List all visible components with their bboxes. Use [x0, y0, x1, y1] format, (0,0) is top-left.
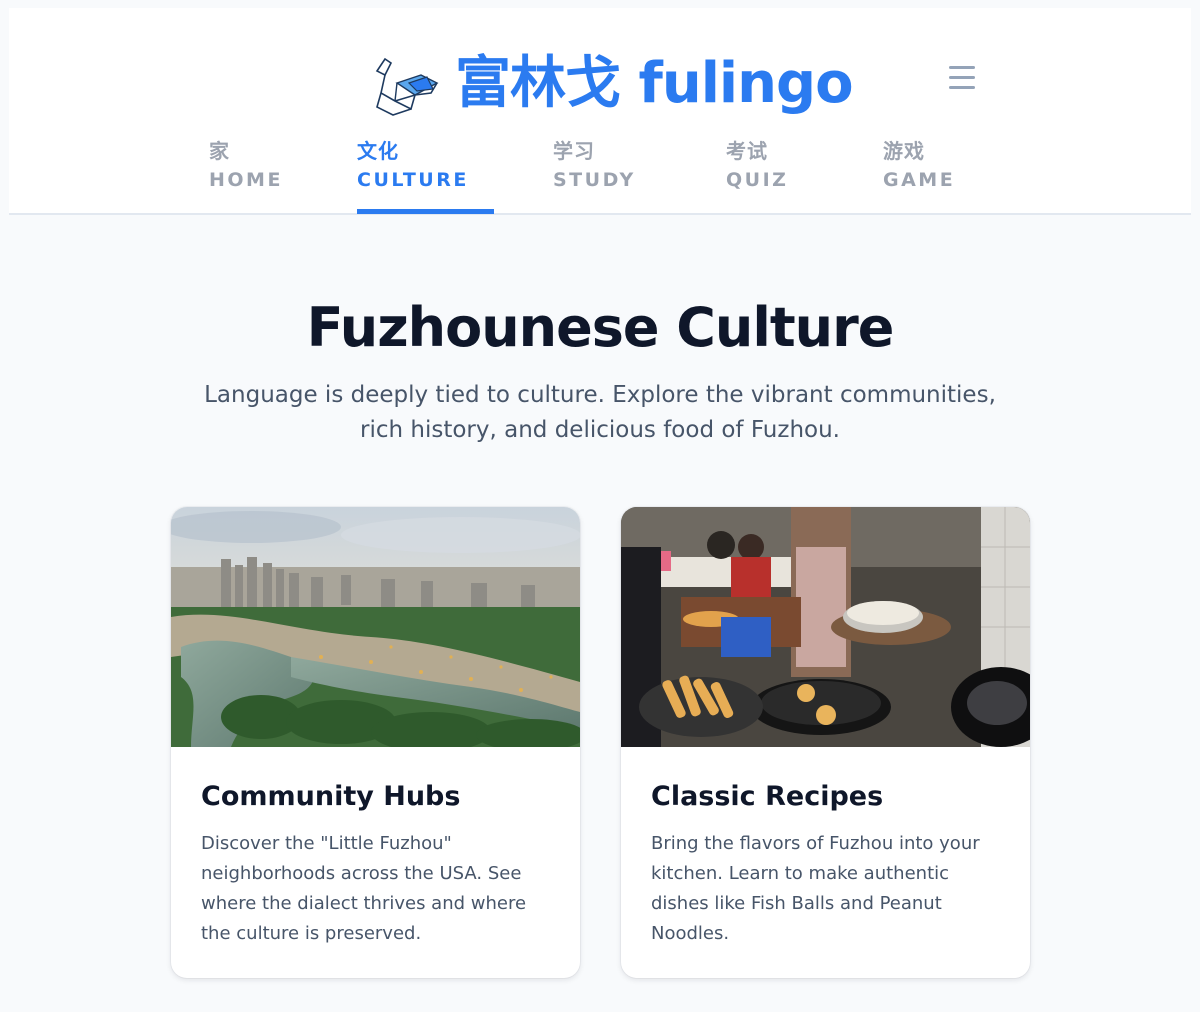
nav-label-zh: 文化	[357, 139, 399, 163]
nav-item-game[interactable]: 游戏 GAME	[883, 138, 955, 215]
origami-swan-icon	[375, 57, 439, 116]
brand-name: 富林戈 fulingo	[455, 51, 854, 116]
nav-label-zh: 学习	[553, 139, 595, 163]
nav-item-culture[interactable]: 文化 CULTURE	[357, 138, 494, 215]
brand-logo[interactable]: 富林戈 fulingo	[371, 42, 854, 126]
nav-label-en: QUIZ	[726, 169, 789, 191]
nav-item-study[interactable]: 学习 STUDY	[553, 138, 636, 215]
card-community-hubs[interactable]: Community Hubs Discover the "Little Fuzh…	[171, 507, 580, 978]
nav-item-quiz[interactable]: 考试 QUIZ	[726, 138, 788, 215]
menu-button[interactable]	[941, 57, 983, 97]
card-text: Bring the flavors of Fuzhou into your ki…	[651, 833, 980, 944]
nav-label-zh: 游戏	[883, 139, 925, 163]
hamburger-menu-icon	[949, 65, 975, 69]
card-title: Classic Recipes	[651, 781, 884, 812]
nav-label-zh: 家	[209, 139, 230, 163]
street-food-image	[621, 507, 1030, 747]
card-text: Discover the "Little Fuzhou" neighborhoo…	[201, 833, 527, 944]
page-subtitle: Language is deeply tied to culture. Expl…	[204, 382, 996, 443]
nav-label-en: STUDY	[553, 169, 636, 191]
page-title: Fuzhounese Culture	[306, 296, 895, 359]
nav-label-en: GAME	[883, 169, 956, 191]
city-skyline-image	[171, 507, 580, 747]
nav-item-home[interactable]: 家 HOME	[209, 138, 283, 215]
card-title: Community Hubs	[201, 781, 461, 812]
active-tab-indicator	[357, 209, 494, 214]
main-nav: 家 HOME 文化 CULTURE 学习 STUDY 考试 QUIZ 游戏 GA…	[9, 138, 1191, 215]
nav-label-en: HOME	[209, 169, 283, 191]
card-classic-recipes[interactable]: Classic Recipes Bring the flavors of Fuz…	[621, 507, 1030, 978]
nav-label-en: CULTURE	[357, 169, 469, 191]
site-header: 富林戈 fulingo 家 HOME 文化 CULTURE 学习 STUDY 考…	[9, 8, 1191, 215]
nav-label-zh: 考试	[726, 139, 768, 163]
